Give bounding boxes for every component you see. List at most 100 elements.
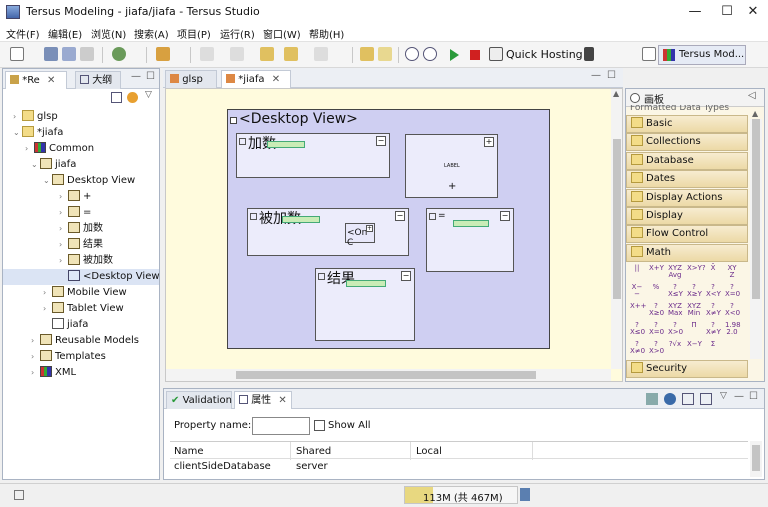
tree-item[interactable]: <Desktop View (3, 269, 160, 285)
diagram-canvas[interactable]: <Desktop View> 加数 − LABEL + + 被加数 − <On … (165, 88, 623, 382)
collapsed-twisty-icon[interactable]: › (25, 141, 34, 157)
math-operation-icon[interactable]: XY Z (725, 265, 739, 279)
zoom-in-icon[interactable] (405, 47, 419, 61)
column-shared[interactable]: Shared (296, 446, 331, 457)
scroll-up-icon[interactable]: ▲ (752, 109, 758, 118)
show-all-checkbox[interactable] (314, 420, 325, 431)
math-operation-icon[interactable]: ?X>0 (668, 322, 683, 336)
device-icon[interactable] (584, 47, 594, 61)
menu-window[interactable]: 窗口(W) (263, 26, 301, 41)
palette-partial-item[interactable]: Formatted Data Types (630, 105, 746, 113)
palette-category-display-actions[interactable]: Display Actions (626, 188, 748, 207)
math-operation-icon[interactable]: || (630, 265, 644, 279)
copy-icon[interactable] (230, 47, 244, 61)
math-operation-icon[interactable]: % (649, 284, 663, 298)
tab-jiafa[interactable]: *jiafa ✕ (221, 70, 291, 88)
collapse-button[interactable]: − (376, 136, 386, 146)
undo-icon[interactable] (360, 47, 374, 61)
menu-file[interactable]: 文件(F) (6, 26, 40, 41)
forward-icon[interactable] (284, 47, 298, 61)
tree-item[interactable]: › = (3, 205, 159, 221)
save-icon[interactable] (44, 47, 58, 61)
tab-outline[interactable]: 大纲 (75, 71, 121, 89)
properties-scrollbar[interactable] (750, 441, 762, 477)
math-operation-icon[interactable]: XYZ Max (668, 303, 682, 317)
palette-category-security[interactable]: Security (626, 360, 748, 378)
tree-item[interactable]: › 被加数 (3, 253, 159, 269)
tree-item[interactable]: › Reusable Models (3, 333, 159, 349)
collapse-button[interactable]: − (500, 211, 510, 221)
tree-item[interactable]: › 加数 (3, 221, 159, 237)
menu-project[interactable]: 项目(P) (177, 26, 211, 41)
palette-category-collections[interactable]: Collections (626, 133, 748, 152)
tree-item[interactable]: › Mobile View (3, 285, 159, 301)
save-all-icon[interactable] (62, 47, 76, 61)
palette-category-math[interactable]: Math (626, 243, 748, 262)
scroll-up-icon[interactable]: ▲ (613, 89, 619, 98)
palette-scroll-thumb[interactable] (752, 119, 760, 299)
on-click-box[interactable]: <On C + (345, 223, 375, 248)
close-icon[interactable]: ✕ (278, 395, 286, 406)
collapsed-twisty-icon[interactable]: › (59, 237, 68, 253)
minimize-view-icon[interactable]: — (734, 391, 744, 402)
math-operation-icon[interactable]: X>Y? (687, 265, 706, 279)
tree-item[interactable]: ⌄ *jiafa (3, 125, 159, 141)
view-menu-icon[interactable]: ▽ (145, 90, 152, 100)
quick-hosting-label[interactable]: Quick Hosting (506, 48, 583, 61)
tree-item[interactable]: jiafa (3, 317, 159, 333)
horizontal-scrollbar[interactable] (166, 369, 611, 381)
tree-item[interactable]: › 结果 (3, 237, 159, 253)
collapsed-twisty-icon[interactable]: › (31, 349, 40, 365)
link-editor-icon[interactable] (127, 92, 138, 103)
debug-icon[interactable] (112, 47, 126, 61)
view-menu-icon[interactable]: ▽ (720, 391, 727, 401)
menu-search[interactable]: 搜索(A) (134, 26, 169, 41)
tab-repository[interactable]: *Re ✕ (5, 71, 67, 89)
collapsed-twisty-icon[interactable]: › (43, 301, 52, 317)
stop-icon[interactable] (470, 50, 480, 60)
math-operation-icon[interactable]: X+Y (649, 265, 664, 279)
collapsed-twisty-icon[interactable]: › (59, 221, 68, 237)
collapsed-twisty-icon[interactable]: › (43, 285, 52, 301)
collapsed-twisty-icon[interactable]: › (59, 189, 68, 205)
menu-run[interactable]: 运行(R) (220, 26, 255, 41)
collapsed-twisty-icon[interactable]: › (59, 205, 68, 221)
hosting-icon[interactable] (489, 47, 503, 61)
vertical-scrollbar[interactable]: ▲ (611, 89, 622, 369)
redo-icon[interactable] (378, 47, 392, 61)
math-operation-icon[interactable]: ?X≠0 (630, 341, 645, 355)
close-icon[interactable]: ✕ (272, 74, 280, 85)
equals-box[interactable]: = − (426, 208, 514, 272)
minimize-view-icon[interactable]: — (131, 71, 141, 82)
table-row[interactable]: clientSideDatabase server (170, 459, 748, 475)
collapse-button[interactable]: − (395, 211, 405, 221)
next-icon[interactable] (314, 47, 328, 61)
menu-edit[interactable]: 编辑(E) (48, 26, 82, 41)
new-icon[interactable] (10, 47, 24, 61)
open-perspective-icon[interactable] (642, 47, 656, 61)
maximize-editor-icon[interactable]: ☐ (607, 70, 616, 81)
properties-scroll-thumb[interactable] (752, 445, 760, 471)
addend-input-field[interactable] (267, 141, 305, 148)
math-operation-icon[interactable]: XYZ Avg (668, 265, 682, 279)
property-name-input[interactable] (252, 417, 310, 435)
label-box[interactable]: LABEL + + (405, 134, 498, 198)
math-operation-icon[interactable]: ?X≤Y (668, 284, 683, 298)
close-button[interactable]: ✕ (738, 2, 768, 22)
column-local[interactable]: Local (416, 446, 442, 457)
math-operation-icon[interactable]: X++ (630, 303, 647, 317)
tree-item[interactable]: › XML (3, 365, 159, 381)
horizontal-scroll-thumb[interactable] (236, 371, 536, 379)
math-operation-icon[interactable]: ?X≤0 (630, 322, 645, 336)
back-icon[interactable] (260, 47, 274, 61)
expanded-twisty-icon[interactable]: ⌄ (43, 173, 52, 189)
menu-navigate[interactable]: 浏览(N) (91, 26, 126, 41)
vertical-scroll-thumb[interactable] (613, 139, 621, 299)
expanded-twisty-icon[interactable]: ⌄ (31, 157, 40, 173)
collapse-all-icon[interactable] (111, 92, 122, 103)
math-operation-icon[interactable]: XYZ Min (687, 303, 701, 317)
math-operation-icon[interactable]: ?X=0 (725, 284, 740, 298)
palette-category-dates[interactable]: Dates (626, 170, 748, 189)
math-operation-icon[interactable]: ?X<0 (725, 303, 740, 317)
math-operation-icon[interactable]: ?X≠Y (706, 303, 721, 317)
